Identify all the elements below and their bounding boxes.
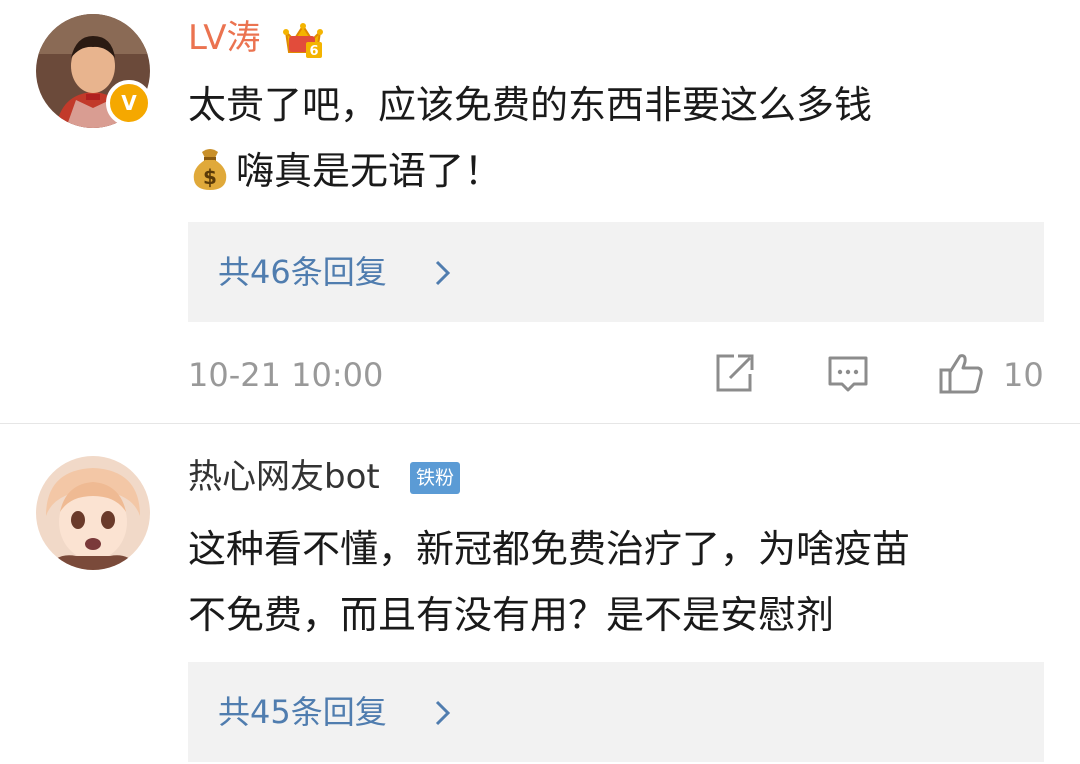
comment-text-line: 不免费，而且有没有用？是不是安慰剂 (188, 593, 835, 637)
comment-text-line: $ 嗨真是无语了！ (188, 138, 1048, 204)
avatar[interactable]: V (36, 14, 152, 128)
timestamp: 10-21 10:00 (188, 356, 384, 394)
reply-count-link[interactable]: 共45条回复 (218, 689, 387, 735)
like-icon[interactable] (938, 350, 984, 396)
comment-icon[interactable] (826, 350, 870, 396)
avatar-image (36, 456, 150, 570)
chevron-right-icon (435, 260, 451, 286)
comment-text-line: 这种看不懂，新冠都免费治疗了，为啥疫苗 (188, 527, 911, 571)
reply-summary-box[interactable]: 共45条回复 (188, 662, 1044, 762)
comment-text: 这种看不懂，新冠都免费治疗了，为啥疫苗 不免费，而且有没有用？是不是安慰剂 (188, 516, 1048, 648)
share-icon[interactable] (712, 350, 756, 396)
crown-vip-badge-icon[interactable]: 6 (282, 18, 324, 60)
svg-text:6: 6 (309, 44, 318, 59)
fan-badge[interactable]: 铁粉 (410, 462, 461, 494)
chevron-right-icon (435, 700, 451, 726)
like-count: 10 (1003, 356, 1044, 394)
reply-summary-box[interactable]: 共46条回复 (188, 222, 1044, 322)
comment-text-segment: 嗨真是无语了！ (236, 149, 503, 193)
username[interactable]: LV涛 (188, 16, 260, 60)
comment-item: V LV涛 6 太贵了吧，应该免费的东西非要这么多钱 $ 嗨真是无语了！ 共46… (0, 0, 1080, 424)
avatar[interactable] (36, 456, 150, 570)
money-bag-emoji-icon: $ (193, 149, 227, 190)
comment-item: 热心网友bot 铁粉 这种看不懂，新冠都免费治疗了，为啥疫苗 不免费，而且有没有… (0, 424, 1080, 764)
svg-text:$: $ (203, 165, 217, 189)
comment-text: 太贵了吧，应该免费的东西非要这么多钱 $ 嗨真是无语了！ (188, 72, 1048, 204)
username[interactable]: 热心网友bot (188, 455, 380, 499)
reply-count-link[interactable]: 共46条回复 (218, 249, 387, 295)
verified-badge-icon: V (106, 80, 152, 126)
comment-text-line: 太贵了吧，应该免费的东西非要这么多钱 (188, 83, 873, 127)
